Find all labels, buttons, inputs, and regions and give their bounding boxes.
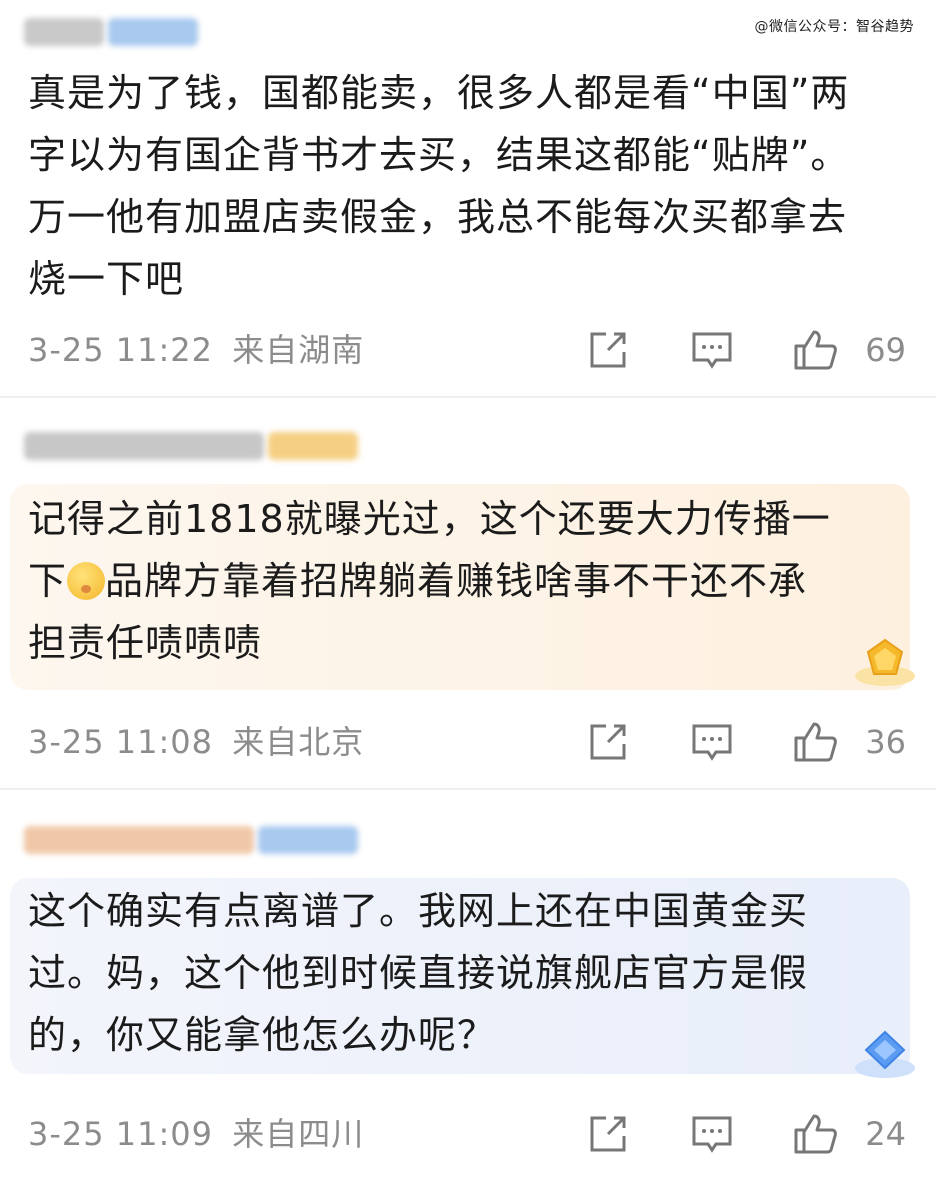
comment-time: 3-25 11:09 <box>28 1115 214 1153</box>
reply-icon[interactable] <box>690 328 734 372</box>
comment-text: 记得之前1818就曝光过，这个还要大力传播一 下品牌方靠着招牌躺着赚钱啥事不干还… <box>28 497 831 665</box>
like-icon[interactable] <box>792 720 838 764</box>
username-blurred[interactable] <box>24 432 362 468</box>
comment-location: 来自湖南 <box>232 331 365 369</box>
like-icon[interactable] <box>792 328 838 372</box>
like-count: 69 <box>865 331 906 369</box>
comment-item: 记得之前1818就曝光过，这个还要大力传播一 下品牌方靠着招牌躺着赚钱啥事不干还… <box>0 398 936 790</box>
comment-item: 这个确实有点离谱了。我网上还在中国黄金买 过。妈，这个他到时候直接说旗舰店官方是… <box>0 790 936 1187</box>
comment-text: 这个确实有点离谱了。我网上还在中国黄金买 过。妈，这个他到时候直接说旗舰店官方是… <box>28 889 809 1057</box>
like-count: 24 <box>865 1115 906 1153</box>
comment-actions: 24 <box>586 1112 906 1156</box>
username-blurred[interactable] <box>24 18 202 54</box>
comment-meta: 3-25 11:09 来自四川 <box>28 1112 364 1156</box>
share-icon[interactable] <box>586 328 630 372</box>
comment-location: 来自北京 <box>232 723 365 761</box>
share-icon[interactable] <box>586 1112 630 1156</box>
blue-badge-icon <box>855 1030 915 1078</box>
comment-meta: 3-25 11:22 来自湖南 <box>28 328 364 372</box>
reply-icon[interactable] <box>690 1112 734 1156</box>
username-blurred[interactable] <box>24 826 362 862</box>
comment-actions: 69 <box>586 328 906 372</box>
comment-time: 3-25 11:08 <box>28 723 214 761</box>
comment-actions: 36 <box>586 720 906 764</box>
share-icon[interactable] <box>586 720 630 764</box>
gold-badge-icon <box>855 638 915 686</box>
comment-text: 真是为了钱，国都能卖，很多人都是看“中国”两 字以为有国企背书才去买，结果这都能… <box>28 71 850 301</box>
reply-icon[interactable] <box>690 720 734 764</box>
like-icon[interactable] <box>792 1112 838 1156</box>
shush-emoji-icon <box>67 562 106 600</box>
comment-item: 真是为了钱，国都能卖，很多人都是看“中国”两 字以为有国企背书才去买，结果这都能… <box>0 0 936 398</box>
comment-meta: 3-25 11:08 来自北京 <box>28 720 364 764</box>
comment-location: 来自四川 <box>232 1115 365 1153</box>
like-count: 36 <box>865 723 906 761</box>
comment-time: 3-25 11:22 <box>28 331 214 369</box>
